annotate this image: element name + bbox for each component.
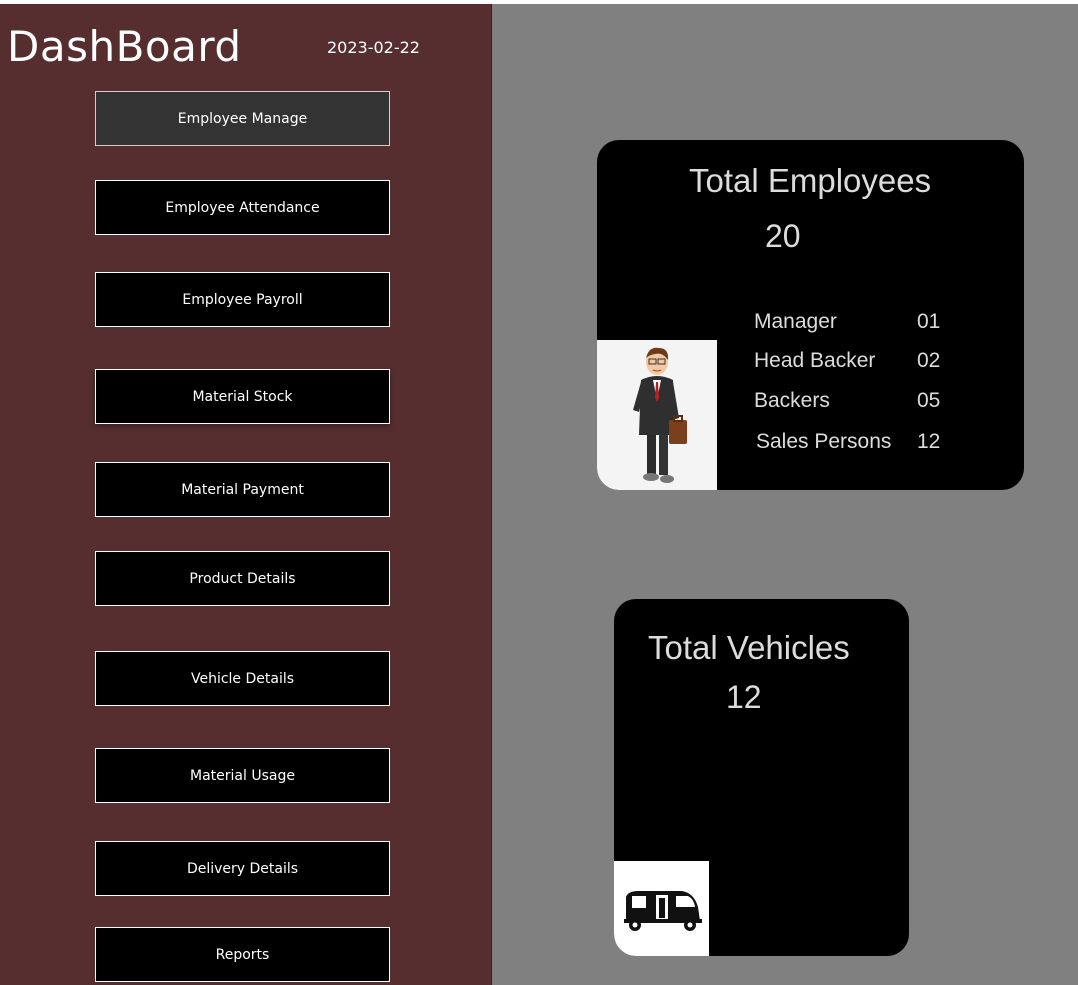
- employee-attendance-button[interactable]: Employee Attendance: [95, 180, 390, 235]
- reports-button[interactable]: Reports: [95, 927, 390, 982]
- role-row-sales-persons: Sales Persons 12: [754, 430, 984, 460]
- total-vehicles-title: Total Vehicles: [648, 629, 850, 666]
- role-count: 05: [917, 389, 941, 412]
- product-details-button[interactable]: Product Details: [95, 551, 390, 606]
- vehicle-details-button[interactable]: Vehicle Details: [95, 651, 390, 706]
- current-date: 2023-02-22: [327, 38, 420, 57]
- total-vehicles-card: Total Vehicles 12: [614, 599, 909, 956]
- role-name: Sales Persons: [756, 430, 892, 453]
- role-count: 01: [917, 310, 941, 333]
- role-name: Backers: [754, 389, 830, 412]
- material-payment-button[interactable]: Material Payment: [95, 462, 390, 517]
- total-employees-card: Total Employees 20 Manager 01 Head Backe…: [597, 140, 1024, 490]
- role-count: 12: [917, 430, 941, 453]
- material-stock-button[interactable]: Material Stock: [95, 369, 390, 424]
- delivery-details-button[interactable]: Delivery Details: [95, 841, 390, 896]
- role-count: 02: [917, 349, 941, 372]
- total-employees-title: Total Employees: [689, 162, 932, 199]
- businessman-icon: [597, 340, 717, 490]
- total-employees-count: 20: [765, 218, 801, 254]
- role-row-manager: Manager 01: [754, 310, 984, 340]
- sidebar: DashBoard 2023-02-22 Employee Manage Emp…: [0, 4, 492, 985]
- employee-payroll-button[interactable]: Employee Payroll: [95, 272, 390, 327]
- material-usage-button[interactable]: Material Usage: [95, 748, 390, 803]
- total-vehicles-count: 12: [726, 679, 762, 715]
- employee-manage-button[interactable]: Employee Manage: [95, 91, 390, 146]
- role-row-head-backer: Head Backer 02: [754, 349, 984, 379]
- role-name: Manager: [754, 310, 837, 333]
- delivery-van-icon: [614, 861, 709, 956]
- role-name: Head Backer: [754, 349, 876, 372]
- app-title: DashBoard: [7, 22, 242, 71]
- role-row-backers: Backers 05: [754, 389, 984, 419]
